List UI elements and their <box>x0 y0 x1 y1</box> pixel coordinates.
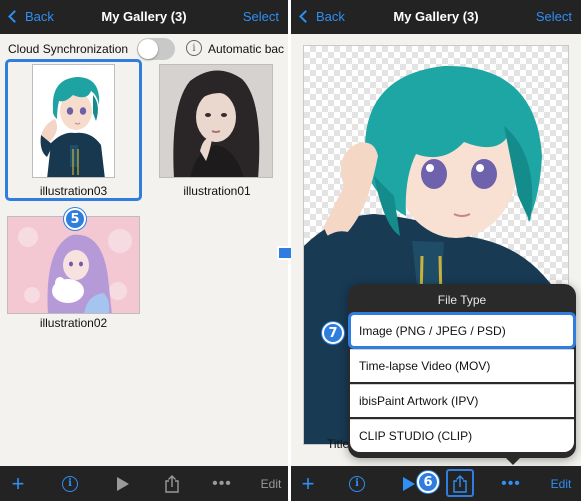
cloud-sync-toggle[interactable] <box>137 38 175 60</box>
add-button[interactable]: + <box>296 466 320 501</box>
select-button[interactable]: Select <box>536 9 572 24</box>
more-button[interactable]: ••• <box>499 466 523 501</box>
add-button[interactable]: + <box>6 466 30 501</box>
artwork-caption: illustration03 <box>39 184 108 198</box>
edit-button[interactable]: Edit <box>258 466 284 501</box>
share-button[interactable] <box>448 466 472 501</box>
edit-label: Edit <box>260 476 282 491</box>
edit-label: Edit <box>550 476 572 491</box>
more-icon: ••• <box>212 474 232 492</box>
artwork-thumbnail <box>7 216 140 314</box>
option-time-lapse-video[interactable]: Time-lapse Video (MOV) <box>350 349 574 382</box>
select-button[interactable]: Select <box>243 9 279 24</box>
toggle-knob <box>138 39 158 59</box>
play-icon <box>117 476 129 491</box>
info-icon[interactable]: i <box>186 40 202 56</box>
option-image-png-jpeg-psd[interactable]: Image (PNG / JPEG / PSD) <box>348 312 576 349</box>
info-icon: i <box>349 475 365 492</box>
play-button[interactable] <box>111 466 135 501</box>
step-badge: 5 <box>64 208 86 230</box>
popover-title: File Type <box>437 293 487 307</box>
info-icon: i <box>62 475 78 492</box>
play-icon <box>403 476 415 491</box>
chevron-left-icon <box>8 10 21 23</box>
popover-tail <box>504 456 522 465</box>
automatic-backup-label: Automatic bac <box>208 42 285 56</box>
share-icon <box>165 474 179 493</box>
artwork-tile-illustration03[interactable]: illustration03 <box>5 59 142 201</box>
more-icon: ••• <box>501 474 521 492</box>
option-clip-studio[interactable]: CLIP STUDIO (CLIP) <box>350 419 574 452</box>
artwork-thumbnail <box>159 64 273 178</box>
artwork-caption: illustration02 <box>39 316 108 330</box>
edit-button[interactable]: Edit <box>548 466 574 501</box>
illustration-pink-hair-image <box>8 217 139 313</box>
artwork-tile-illustration01[interactable]: illustration01 <box>152 59 282 201</box>
back-label: Back <box>316 9 345 24</box>
share-button[interactable] <box>160 466 184 501</box>
artwork-thumbnail <box>32 64 115 178</box>
option-ibispaint-artwork[interactable]: ibisPaint Artwork (IPV) <box>350 384 574 417</box>
cloud-sync-row: Cloud Synchronization i Automatic bac <box>0 36 288 60</box>
cloud-sync-label: Cloud Synchronization <box>8 42 129 56</box>
artwork-tile-illustration02[interactable]: illustration02 <box>5 213 142 333</box>
play-button[interactable] <box>399 466 419 501</box>
illustration-teal-hair-image <box>40 77 105 177</box>
back-label: Back <box>25 9 54 24</box>
bottom-toolbar: + i ••• Edit <box>0 466 288 501</box>
artwork-caption: illustration01 <box>183 184 251 198</box>
plus-icon: + <box>301 470 315 496</box>
step-badge: 7 <box>322 322 344 344</box>
nav-bar: Back My Gallery (3) Select <box>0 0 288 34</box>
plus-icon: + <box>11 470 25 496</box>
share-icon <box>453 474 467 493</box>
gallery-screen: Back My Gallery (3) Select Cloud Synchro… <box>0 0 288 501</box>
illustration-dark-hair-image <box>160 65 272 177</box>
more-button[interactable]: ••• <box>210 466 234 501</box>
file-type-popover: File Type Image (PNG / JPEG / PSD) Time-… <box>348 284 576 465</box>
info-button[interactable]: i <box>58 466 82 501</box>
artwork-detail-screen: Back My Gallery (3) Select Title File Ty… <box>291 0 581 501</box>
step-badge: 6 <box>417 471 439 493</box>
artwork-title-label: Title <box>327 437 350 451</box>
info-button[interactable]: i <box>345 466 369 501</box>
nav-bar: Back My Gallery (3) Select <box>291 0 581 34</box>
back-button[interactable]: Back <box>299 9 345 24</box>
chevron-left-icon <box>299 10 312 23</box>
back-button[interactable]: Back <box>8 9 54 24</box>
stage: Back My Gallery (3) Select Cloud Synchro… <box>0 0 581 501</box>
